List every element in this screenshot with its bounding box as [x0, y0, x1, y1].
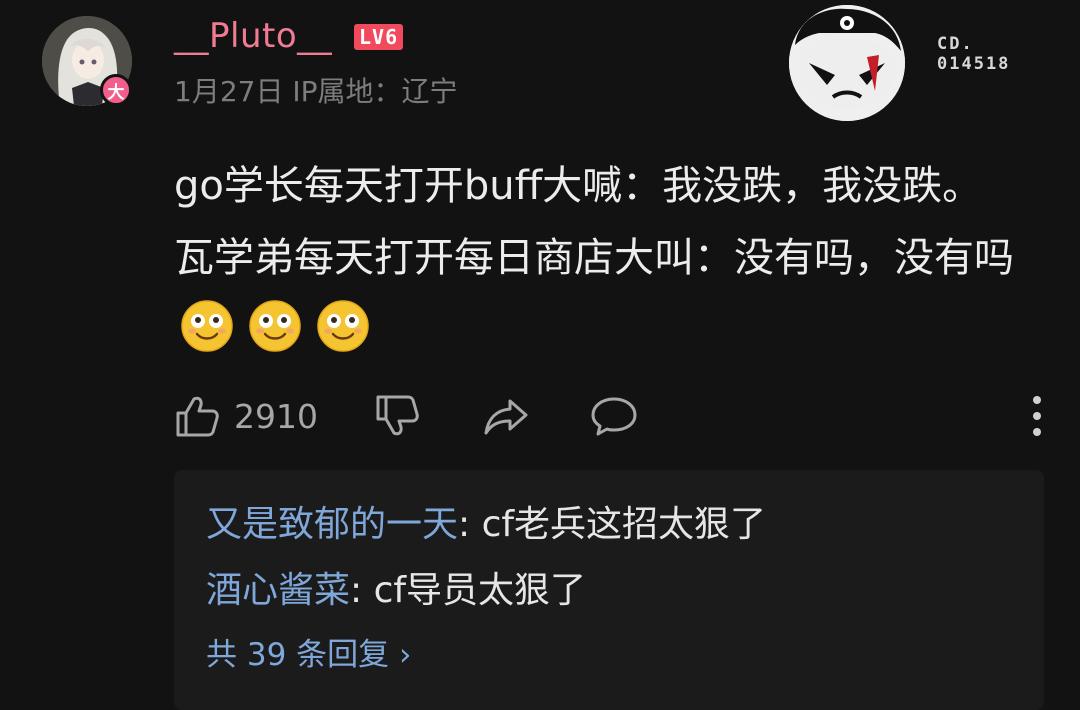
- share-button[interactable]: [482, 388, 530, 444]
- replies-panel: 又是致郁的一天: cf老兵这招太狠了 酒心酱菜: cf导员太狠了 共 39 条回…: [174, 470, 1044, 710]
- comment-text: go学长每天打开buff大喊：我没跌，我没跌。瓦学弟每天打开每日商店大叫：没有吗…: [174, 150, 1014, 366]
- more-vertical-icon[interactable]: [1030, 394, 1044, 438]
- reply-item[interactable]: 又是致郁的一天: cf老兵这招太狠了: [206, 500, 766, 550]
- ip-location: IP属地：辽宁: [292, 75, 458, 108]
- username[interactable]: __Pluto__: [174, 14, 332, 58]
- comment-date: 1月27日: [174, 75, 284, 108]
- action-bar: 2910: [174, 388, 1044, 444]
- drooling-smile-icon: [180, 299, 234, 353]
- like-count: 2910: [234, 396, 318, 436]
- thumbs-down-icon: [376, 395, 419, 436]
- reply-button[interactable]: [590, 388, 638, 444]
- drooling-smile-icon: [316, 299, 370, 353]
- level-badge: LV6: [354, 24, 404, 50]
- reply-item[interactable]: 酒心酱菜: cf导员太狠了: [206, 566, 586, 616]
- view-more-replies-link[interactable]: 共 39 条回复 ›: [206, 630, 411, 680]
- decoration-avatar[interactable]: [789, 5, 905, 121]
- thumbs-up-icon: [176, 396, 219, 437]
- drooling-smile-icon: [248, 299, 302, 353]
- comment-meta: 1月27日 IP属地：辽宁: [174, 72, 458, 112]
- vip-badge: 大: [100, 74, 132, 106]
- dislike-button[interactable]: [374, 388, 420, 444]
- comment-body: go学长每天打开buff大喊：我没跌，我没跌。瓦学弟每天打开每日商店大叫：没有吗…: [174, 163, 1014, 281]
- reply-author[interactable]: 又是致郁的一天: [206, 504, 458, 545]
- reply-text: : cf老兵这招太狠了: [458, 504, 767, 545]
- like-button[interactable]: 2910: [174, 388, 318, 444]
- reply-author[interactable]: 酒心酱菜: [206, 570, 350, 611]
- share-arrow-icon: [484, 399, 528, 435]
- decoration-code: CD. 014518: [937, 34, 1011, 74]
- comment-bubble-icon: [591, 397, 637, 436]
- reply-text: : cf导员太狠了: [350, 570, 587, 611]
